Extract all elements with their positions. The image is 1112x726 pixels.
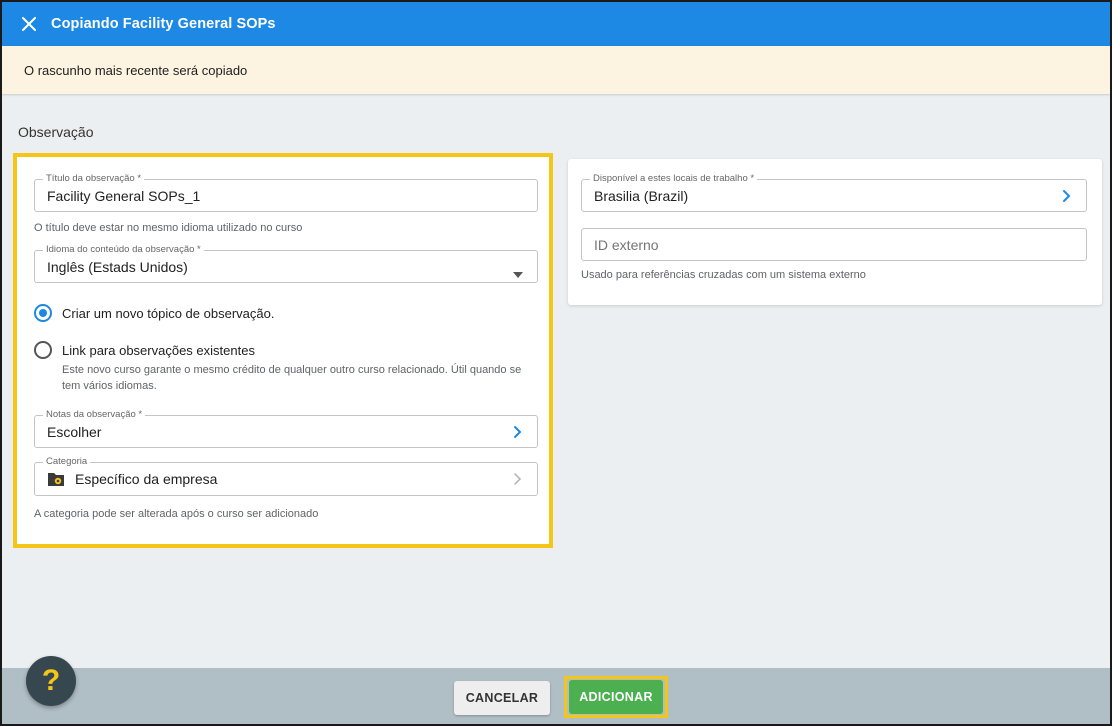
language-select-value: Inglês (Estads Unidos) — [47, 258, 188, 275]
chevron-right-icon — [513, 472, 523, 486]
question-mark-icon: ? — [41, 664, 61, 697]
locations-card: Disponível a estes locais de trabalho * … — [568, 159, 1102, 305]
external-id-placeholder: ID externo — [594, 236, 659, 253]
chevron-right-icon — [513, 425, 523, 439]
title-helper-text: O título deve estar no mesmo idioma util… — [34, 222, 303, 234]
observation-form-card: Título da observação * Facility General … — [13, 153, 553, 548]
notes-picker-value: Escolher — [47, 423, 102, 440]
dropdown-arrow-icon — [513, 265, 523, 281]
work-locations-picker[interactable]: Disponível a estes locais de trabalho * … — [581, 173, 1087, 212]
top-bar: Copiando Facility General SOPs — [2, 2, 1110, 46]
notes-picker-label: Notas da observação * — [43, 409, 146, 421]
work-locations-value: Brasilia (Brazil) — [594, 187, 689, 204]
close-icon[interactable] — [19, 14, 39, 34]
radio-option-link-existing[interactable]: Link para observações existentes — [34, 341, 255, 359]
add-button-highlight: ADICIONAR — [564, 676, 668, 718]
footer-bar: CANCELAR ADICIONAR — [2, 668, 1110, 724]
external-id-input[interactable]: ID externo — [581, 228, 1087, 261]
language-select-label: Idioma do conteúdo da observação * — [43, 244, 204, 256]
radio-button-unchecked[interactable] — [34, 341, 52, 359]
radio-link-description: Este novo curso garante o mesmo crédito … — [62, 364, 522, 392]
work-locations-label: Disponível a estes locais de trabalho * — [590, 173, 758, 185]
add-button[interactable]: ADICIONAR — [569, 680, 663, 714]
section-title: Observação — [18, 124, 94, 140]
category-helper-text: A categoria pode ser alterada após o cur… — [34, 508, 319, 520]
radio-new-label: Criar um novo tópico de observação. — [62, 305, 275, 321]
dialog-window: Copiando Facility General SOPs O rascunh… — [0, 0, 1112, 726]
dialog-title: Copiando Facility General SOPs — [51, 16, 276, 32]
radio-link-label: Link para observações existentes — [62, 342, 255, 358]
chevron-right-icon — [1062, 189, 1072, 203]
title-input-value: Facility General SOPs_1 — [47, 187, 201, 204]
title-input[interactable]: Título da observação * Facility General … — [34, 173, 538, 212]
category-picker[interactable]: Categoria Específico da empresa — [34, 456, 538, 496]
info-banner: O rascunho mais recente será copiado — [2, 46, 1110, 94]
folder-icon — [47, 471, 65, 487]
language-select[interactable]: Idioma do conteúdo da observação * Inglê… — [34, 244, 538, 283]
category-picker-label: Categoria — [43, 456, 91, 468]
category-picker-value: Específico da empresa — [75, 471, 218, 487]
external-id-helper-text: Usado para referências cruzadas com um s… — [581, 269, 866, 281]
help-button[interactable]: ? — [26, 656, 76, 706]
cancel-button[interactable]: CANCELAR — [454, 681, 550, 715]
banner-text: O rascunho mais recente será copiado — [24, 62, 248, 78]
observation-notes-picker[interactable]: Notas da observação * Escolher — [34, 409, 538, 448]
title-input-label: Título da observação * — [43, 173, 145, 185]
radio-button-checked[interactable] — [34, 304, 52, 322]
radio-option-new-topic[interactable]: Criar um novo tópico de observação. — [34, 304, 274, 322]
